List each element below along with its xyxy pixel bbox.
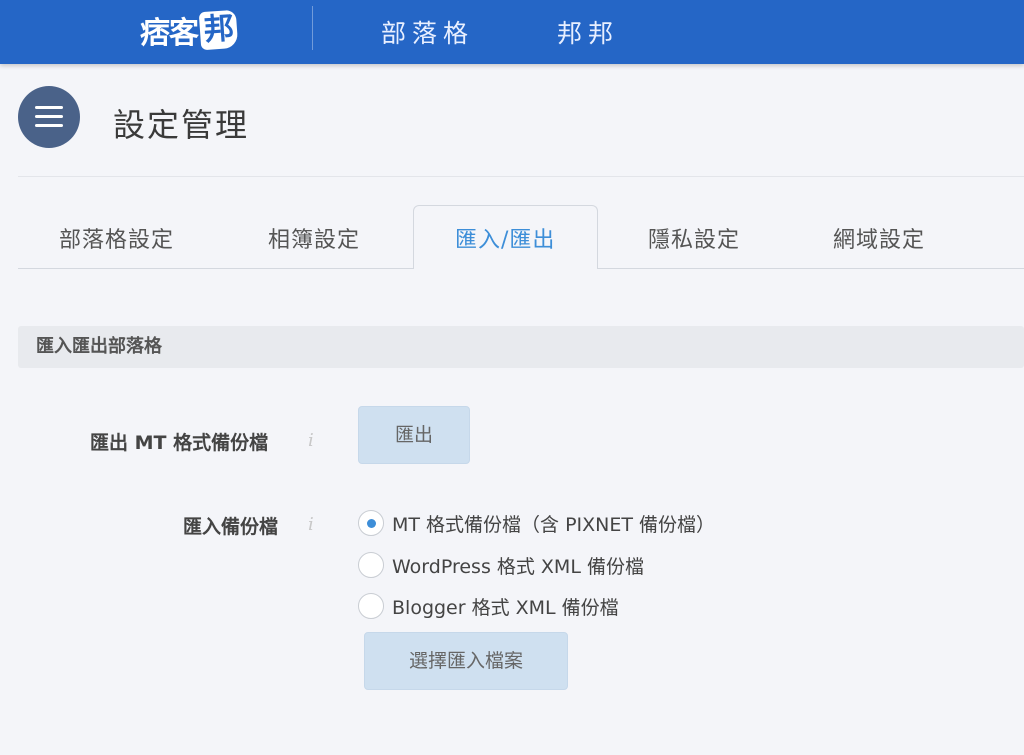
radio-label: MT 格式備份檔（含 PIXNET 備份檔）	[392, 513, 716, 536]
logo-text: 痞客	[140, 16, 199, 51]
radio-button-checked[interactable]	[358, 510, 384, 536]
hamburger-icon-line	[35, 115, 63, 118]
export-mt-label: 匯出 MT 格式備份檔	[90, 432, 269, 454]
logo-badge: 邦	[198, 9, 239, 51]
radio-option-blogger[interactable]: Blogger 格式 XML 備份檔	[358, 592, 619, 620]
radio-option-mt[interactable]: MT 格式備份檔（含 PIXNET 備份檔）	[358, 509, 715, 537]
pixnet-logo[interactable]: 痞客邦	[140, 6, 239, 54]
tab-album-settings[interactable]: 相簿設定	[268, 222, 360, 254]
tab-domain-settings[interactable]: 網域設定	[833, 222, 925, 254]
nav-link-bangbang[interactable]: 邦邦	[557, 14, 619, 50]
top-navigation-bar: 痞客邦 部落格 邦邦	[0, 0, 1024, 64]
tab-blog-settings[interactable]: 部落格設定	[59, 222, 174, 254]
page-title: 設定管理	[113, 106, 250, 144]
hamburger-icon-line	[35, 106, 63, 109]
tab-privacy-settings[interactable]: 隱私設定	[648, 222, 740, 254]
tab-import-export[interactable]: 匯入/匯出	[455, 222, 555, 254]
hamburger-menu-button[interactable]	[18, 86, 80, 148]
section-header: 匯入匯出部落格	[18, 326, 1024, 368]
info-icon[interactable]: i	[308, 430, 314, 451]
radio-button[interactable]	[358, 593, 384, 619]
radio-button[interactable]	[358, 552, 384, 578]
radio-option-wordpress[interactable]: WordPress 格式 XML 備份檔	[358, 551, 644, 579]
topbar-divider	[312, 6, 313, 50]
choose-import-file-button[interactable]: 選擇匯入檔案	[364, 632, 568, 690]
hamburger-icon-line	[35, 124, 63, 127]
export-button[interactable]: 匯出	[358, 406, 470, 464]
header-divider	[18, 176, 1024, 177]
info-icon[interactable]: i	[308, 514, 314, 535]
radio-label: Blogger 格式 XML 備份檔	[392, 596, 619, 619]
nav-link-blog[interactable]: 部落格	[381, 14, 474, 50]
import-backup-label: 匯入備份檔	[183, 516, 279, 538]
radio-label: WordPress 格式 XML 備份檔	[392, 555, 644, 578]
